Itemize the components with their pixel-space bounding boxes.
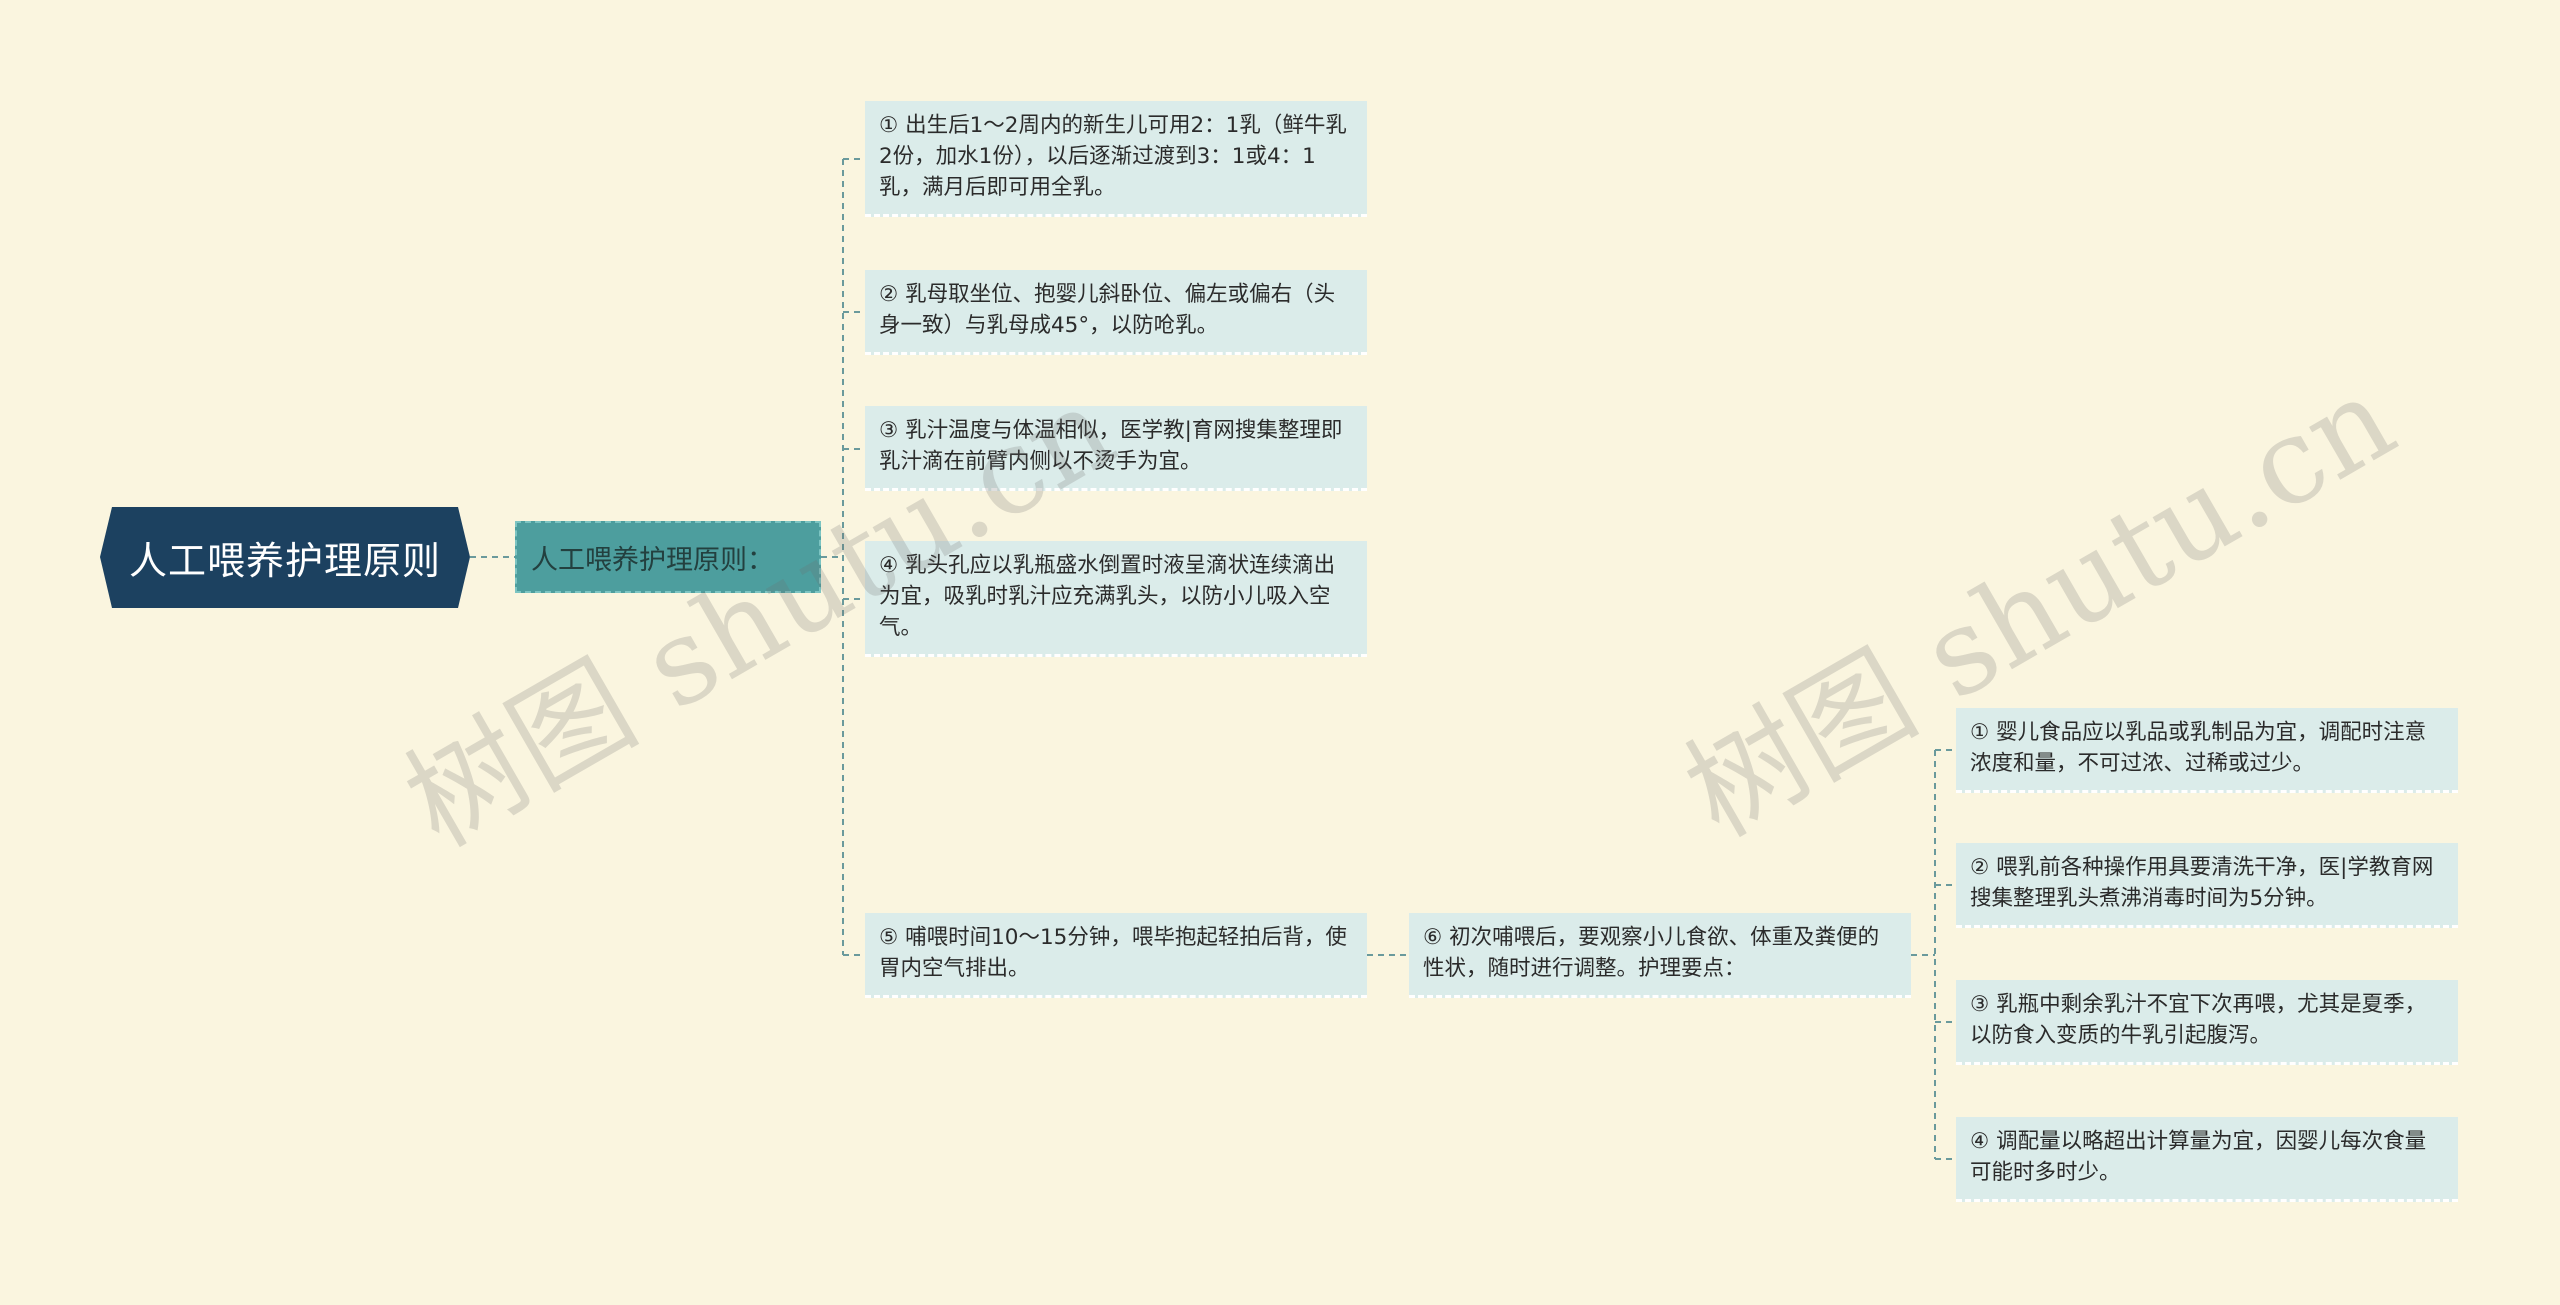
leaf-node-4[interactable]: ④ 乳头孔应以乳瓶盛水倒置时液呈滴状连续滴出为宜，吸乳时乳汁应充满乳头，以防小儿… — [865, 541, 1367, 657]
root-topic-label: 人工喂养护理原则 — [128, 539, 441, 583]
care-point-node-4[interactable]: ④ 调配量以略超出计算量为宜，因婴儿每次食量可能时多时少。 — [1956, 1117, 2458, 1202]
root-topic-node[interactable]: 人工喂养护理原则 — [100, 507, 470, 608]
leaf-text: ③ 乳汁温度与体温相似，医学教|育网搜集整理即乳汁滴在前臂内侧以不烫手为宜。 — [879, 418, 1343, 474]
leaf-text: ① 出生后1～2周内的新生儿可用2：1乳（鲜牛乳2份，加水1份），以后逐渐过渡到… — [879, 113, 1347, 200]
leaf-node-2[interactable]: ② 乳母取坐位、抱婴儿斜卧位、偏左或偏右（头身一致）与乳母成45°，以防呛乳。 — [865, 270, 1367, 355]
leaf-node-5[interactable]: ⑤ 哺喂时间10～15分钟，喂毕抱起轻拍后背，使胃内空气排出。 — [865, 913, 1367, 998]
care-point-text: ② 喂乳前各种操作用具要清洗干净，医|学教育网搜集整理乳头煮沸消毒时间为5分钟。 — [1970, 855, 2434, 911]
leaf-node-6[interactable]: ⑥ 初次哺喂后，要观察小儿食欲、体重及粪便的性状，随时进行调整。护理要点： — [1409, 913, 1911, 998]
care-point-text: ④ 调配量以略超出计算量为宜，因婴儿每次食量可能时多时少。 — [1970, 1129, 2427, 1185]
care-point-node-3[interactable]: ③ 乳瓶中剩余乳汁不宜下次再喂，尤其是夏季，以防食入变质的牛乳引起腹泻。 — [1956, 980, 2458, 1065]
care-point-node-1[interactable]: ① 婴儿食品应以乳品或乳制品为宜，调配时注意浓度和量，不可过浓、过稀或过少。 — [1956, 708, 2458, 793]
principle-topic-label: 人工喂养护理原则： — [531, 544, 774, 576]
leaf-node-3[interactable]: ③ 乳汁温度与体温相似，医学教|育网搜集整理即乳汁滴在前臂内侧以不烫手为宜。 — [865, 406, 1367, 491]
care-point-text: ① 婴儿食品应以乳品或乳制品为宜，调配时注意浓度和量，不可过浓、过稀或过少。 — [1970, 720, 2427, 776]
leaf-text: ⑤ 哺喂时间10～15分钟，喂毕抱起轻拍后背，使胃内空气排出。 — [879, 925, 1347, 981]
principle-topic-node[interactable]: 人工喂养护理原则： — [515, 521, 821, 593]
leaf-text: ② 乳母取坐位、抱婴儿斜卧位、偏左或偏右（头身一致）与乳母成45°，以防呛乳。 — [879, 282, 1336, 338]
leaf-text: ④ 乳头孔应以乳瓶盛水倒置时液呈滴状连续滴出为宜，吸乳时乳汁应充满乳头，以防小儿… — [879, 553, 1336, 640]
leaf-text: ⑥ 初次哺喂后，要观察小儿食欲、体重及粪便的性状，随时进行调整。护理要点： — [1423, 925, 1880, 981]
care-point-text: ③ 乳瓶中剩余乳汁不宜下次再喂，尤其是夏季，以防食入变质的牛乳引起腹泻。 — [1970, 992, 2427, 1048]
leaf-node-1[interactable]: ① 出生后1～2周内的新生儿可用2：1乳（鲜牛乳2份，加水1份），以后逐渐过渡到… — [865, 101, 1367, 217]
care-point-node-2[interactable]: ② 喂乳前各种操作用具要清洗干净，医|学教育网搜集整理乳头煮沸消毒时间为5分钟。 — [1956, 843, 2458, 928]
